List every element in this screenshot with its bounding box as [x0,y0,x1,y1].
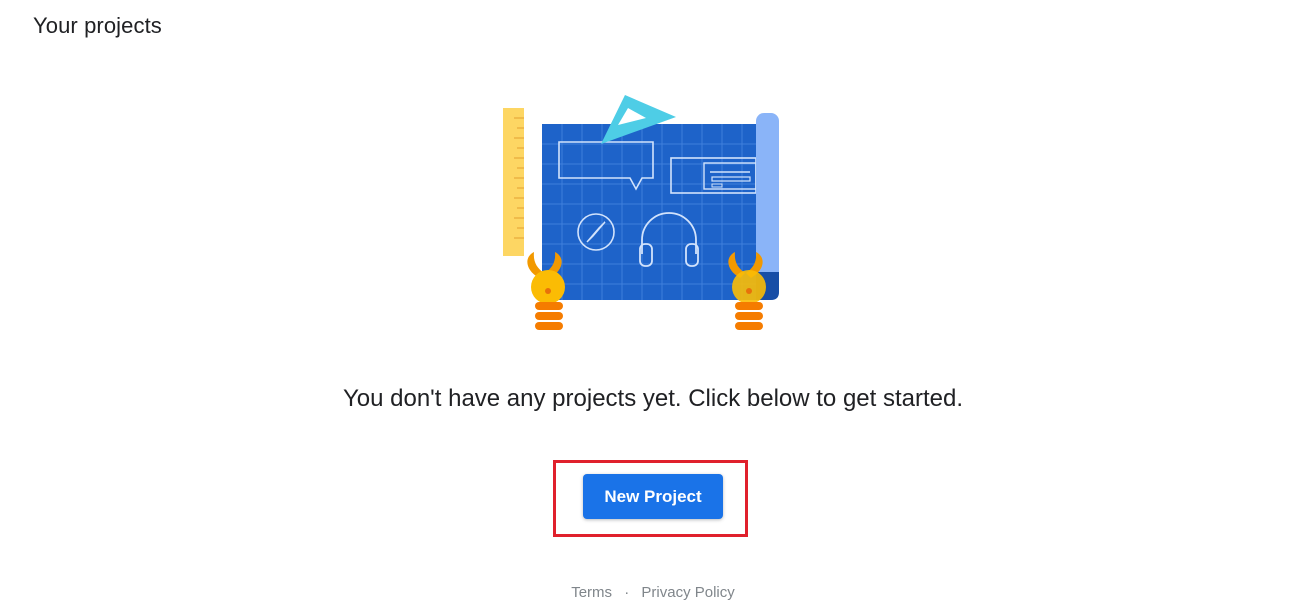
blueprint-illustration [503,95,779,330]
privacy-policy-link[interactable]: Privacy Policy [641,584,734,601]
projects-page: Your projects You don't have any project… [0,0,1311,601]
new-project-button[interactable]: New Project [583,474,723,519]
footer-separator: · [624,584,630,601]
scroll-roll [756,113,779,300]
empty-state-message: You don't have any projects yet. Click b… [342,385,964,412]
ruler-icon [503,108,524,256]
terms-link[interactable]: Terms [571,584,612,601]
footer: Terms · Privacy Policy [0,584,1306,601]
page-title: Your projects [33,13,162,38]
